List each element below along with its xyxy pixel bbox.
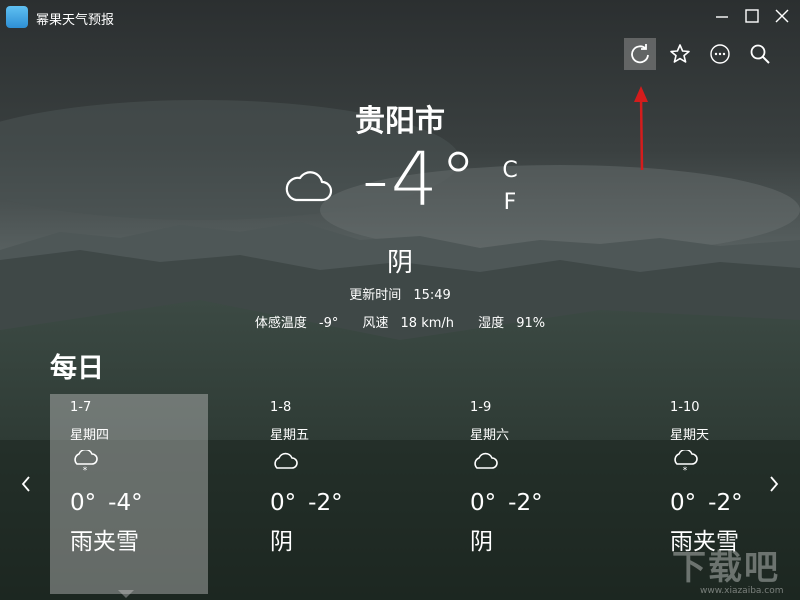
day-temps: 0° -2° (270, 490, 343, 516)
day-condition: 雨夹雪 (70, 529, 139, 555)
weather-stats: 体感温度 -9° 风速 18 km/h 湿度 91% (0, 312, 800, 331)
day-temps: 0° -2° (670, 490, 743, 516)
favorite-button[interactable] (664, 38, 696, 70)
day-card[interactable]: 1-8 星期五 0° -2° 阴 (250, 394, 408, 594)
svg-text:*: * (83, 466, 88, 474)
selected-indicator (118, 590, 134, 598)
cloud-snow-icon: * (74, 450, 98, 474)
day-high: 0° (270, 490, 297, 516)
wind-label: 风速 (362, 316, 389, 331)
chevron-right-icon (770, 476, 779, 492)
feels-like-label: 体感温度 (254, 316, 307, 331)
day-high: 0° (670, 490, 697, 516)
day-card[interactable]: 1-7 星期四 * 0° -4° 雨夹雪 (50, 394, 208, 598)
current-condition: 阴 (386, 248, 413, 278)
day-low: -4° (108, 490, 143, 516)
cloud-snow-icon: * (674, 450, 698, 474)
cloud-icon (285, 171, 333, 202)
close-button[interactable] (770, 4, 794, 28)
search-icon (750, 44, 770, 64)
search-button[interactable] (744, 38, 776, 70)
day-date: 1-7 (70, 400, 92, 415)
minimize-button[interactable] (710, 4, 734, 28)
day-condition: 阴 (270, 529, 293, 555)
svg-text:*: * (683, 466, 688, 474)
unit-fahrenheit[interactable]: F (500, 190, 520, 215)
day-date: 1-9 (470, 400, 492, 415)
maximize-icon (745, 9, 759, 23)
day-date: 1-8 (270, 400, 292, 415)
daily-section-title: 每日 (50, 353, 104, 384)
wind-value: 18 km/h (400, 316, 455, 331)
day-weekday: 星期天 (670, 428, 710, 443)
day-low: -2° (508, 490, 543, 516)
star-icon (670, 44, 690, 63)
day-low: -2° (308, 490, 343, 516)
close-icon (775, 9, 789, 23)
day-weekday: 星期五 (270, 428, 310, 443)
watermark: 下载吧 (672, 548, 780, 588)
day-condition: 阴 (470, 529, 493, 555)
day-card[interactable]: 1-9 星期六 0° -2° 阴 (450, 394, 608, 594)
current-temperature: -4° (362, 137, 479, 223)
day-high: 0° (470, 490, 497, 516)
humidity-label: 湿度 (478, 316, 505, 331)
refresh-icon (631, 44, 649, 64)
day-weekday: 星期四 (70, 428, 110, 443)
day-temps: 0° -4° (70, 490, 143, 516)
humidity-value: 91% (516, 316, 546, 331)
app-title: 幂果天气预报 (36, 13, 115, 28)
day-weekday: 星期六 (470, 428, 510, 443)
unit-celsius[interactable]: C (500, 158, 520, 183)
refresh-button[interactable] (624, 38, 656, 70)
update-time: 更新时间 15:49 (0, 284, 800, 303)
day-date: 1-10 (670, 400, 700, 415)
next-day-button[interactable] (762, 470, 786, 498)
city-name: 贵阳市 (355, 104, 445, 139)
app-logo-icon (6, 6, 28, 28)
feels-like-value: -9° (318, 316, 339, 331)
maximize-button[interactable] (740, 4, 764, 28)
day-low: -2° (708, 490, 743, 516)
minimize-icon (716, 16, 728, 18)
prev-day-button[interactable] (14, 470, 38, 498)
cloud-icon (474, 452, 498, 469)
day-temps: 0° -2° (470, 490, 543, 516)
cloud-icon (274, 452, 298, 469)
update-label: 更新时间 (349, 288, 402, 303)
chevron-left-icon (21, 476, 30, 492)
more-button[interactable] (704, 38, 736, 70)
watermark-url: www.xiazaiba.com (700, 586, 784, 596)
more-icon (710, 44, 730, 64)
update-value: 15:49 (413, 288, 451, 303)
day-high: 0° (70, 490, 97, 516)
